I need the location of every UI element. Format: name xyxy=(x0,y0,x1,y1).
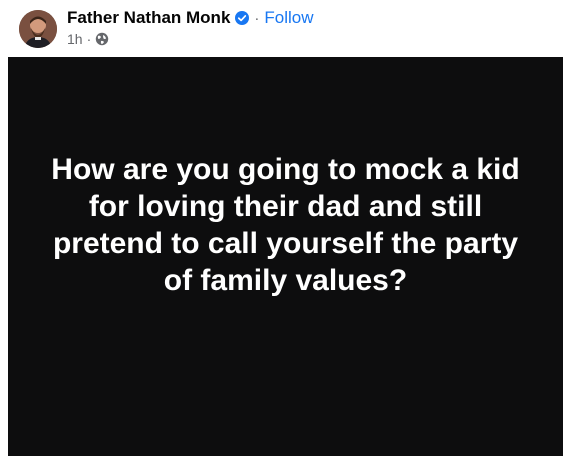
avatar-image xyxy=(19,10,57,48)
author-row: Father Nathan Monk · Follow xyxy=(67,8,314,28)
globe-icon[interactable] xyxy=(95,32,109,46)
meta-separator: · xyxy=(86,31,92,47)
avatar[interactable] xyxy=(19,10,57,48)
post-image[interactable]: How are you going to mock a kid for lovi… xyxy=(8,57,563,456)
post-meta: 1h · xyxy=(67,31,109,47)
post-time[interactable]: 1h xyxy=(67,31,83,47)
post-text: How are you going to mock a kid for lovi… xyxy=(51,153,520,297)
author-name[interactable]: Father Nathan Monk xyxy=(67,8,230,28)
post-header: Father Nathan Monk · Follow 1h · xyxy=(0,0,563,56)
separator-dot: · xyxy=(254,9,260,27)
verified-badge-icon xyxy=(235,11,250,25)
facebook-post: Father Nathan Monk · Follow 1h · How are… xyxy=(0,0,563,456)
follow-button[interactable]: Follow xyxy=(264,8,313,28)
